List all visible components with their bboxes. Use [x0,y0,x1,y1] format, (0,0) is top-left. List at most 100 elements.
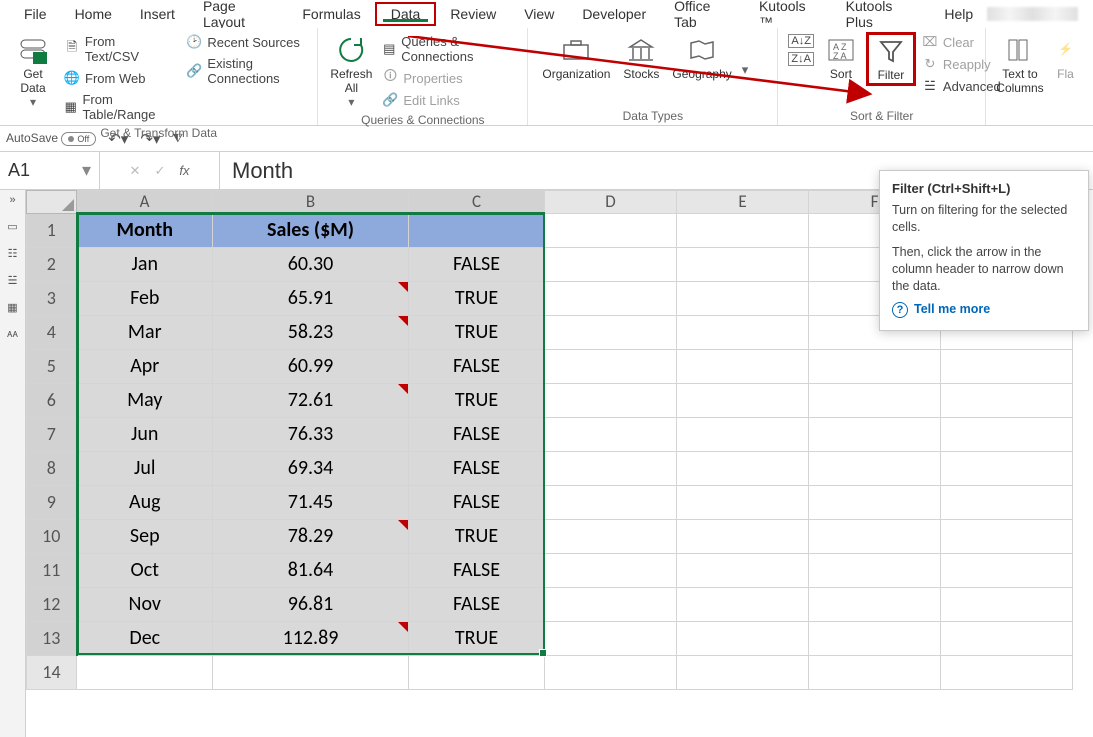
cell-F10[interactable] [809,519,941,553]
cell-G7[interactable] [941,417,1073,451]
cell-F9[interactable] [809,485,941,519]
row-head-4[interactable]: 4 [27,315,77,349]
from-table-button[interactable]: ▦From Table/Range [62,90,174,124]
menu-item-file[interactable]: File [10,2,61,26]
row-head-3[interactable]: 3 [27,281,77,315]
cell-B12[interactable]: 96.81 [213,587,409,621]
cell-B4[interactable]: 58.23 [213,315,409,349]
stocks-button[interactable]: Stocks [616,32,666,84]
cell-G11[interactable] [941,553,1073,587]
organization-button[interactable]: Organization [536,32,616,84]
col-head-A[interactable]: A [77,191,213,214]
cell-C8[interactable]: FALSE [409,451,545,485]
sort-button[interactable]: A ZZ A Sort [816,32,866,84]
cell-E4[interactable] [677,315,809,349]
cell-C3[interactable]: TRUE [409,281,545,315]
cell-B1[interactable]: Sales ($M) [213,213,409,247]
cell-E5[interactable] [677,349,809,383]
cell-B7[interactable]: 76.33 [213,417,409,451]
cell-A3[interactable]: Feb [77,281,213,315]
filter-button[interactable]: Filter [866,32,916,86]
cell-A2[interactable]: Jan [77,247,213,281]
cell-D5[interactable] [545,349,677,383]
cell-D3[interactable] [545,281,677,315]
sort-az-button[interactable]: A↓Z [786,32,816,50]
cell-B5[interactable]: 60.99 [213,349,409,383]
cell-B3[interactable]: 65.91 [213,281,409,315]
row-head-2[interactable]: 2 [27,247,77,281]
cell-F11[interactable] [809,553,941,587]
col-head-E[interactable]: E [677,191,809,214]
cell-B13[interactable]: 112.89 [213,621,409,655]
cell-B6[interactable]: 72.61 [213,383,409,417]
cell-A12[interactable]: Nov [77,587,213,621]
cell-D14[interactable] [545,655,677,689]
cell-D13[interactable] [545,621,677,655]
cell-F5[interactable] [809,349,941,383]
cell-G5[interactable] [941,349,1073,383]
row-head-5[interactable]: 5 [27,349,77,383]
row-head-13[interactable]: 13 [27,621,77,655]
name-box[interactable]: A1 ▾ [0,152,100,189]
menu-item-review[interactable]: Review [436,2,510,26]
row-head-12[interactable]: 12 [27,587,77,621]
cell-E12[interactable] [677,587,809,621]
existing-connections-button[interactable]: 🔗Existing Connections [184,54,309,88]
cell-C6[interactable]: TRUE [409,383,545,417]
cell-G10[interactable] [941,519,1073,553]
cell-C13[interactable]: TRUE [409,621,545,655]
cell-F6[interactable] [809,383,941,417]
cell-E8[interactable] [677,451,809,485]
get-data-button[interactable]: Get Data ▾ [8,32,58,111]
cell-E3[interactable] [677,281,809,315]
menu-item-data[interactable]: Data [375,2,437,26]
flash-fill-button[interactable]: ⚡ Fla [1046,32,1085,84]
menu-item-view[interactable]: View [510,2,568,26]
cell-D11[interactable] [545,553,677,587]
text-to-columns-button[interactable]: Text to Columns [994,32,1046,98]
cell-C4[interactable]: TRUE [409,315,545,349]
cell-D4[interactable] [545,315,677,349]
cell-G14[interactable] [941,655,1073,689]
cell-C10[interactable]: TRUE [409,519,545,553]
cell-G8[interactable] [941,451,1073,485]
cell-D7[interactable] [545,417,677,451]
cell-A4[interactable]: Mar [77,315,213,349]
cell-C7[interactable]: FALSE [409,417,545,451]
from-web-button[interactable]: 🌐From Web [62,68,174,88]
row-head-1[interactable]: 1 [27,213,77,247]
cell-E11[interactable] [677,553,809,587]
select-all-corner[interactable] [27,191,77,214]
cell-C5[interactable]: FALSE [409,349,545,383]
col-head-B[interactable]: B [213,191,409,214]
cell-A5[interactable]: Apr [77,349,213,383]
cell-A11[interactable]: Oct [77,553,213,587]
cell-G12[interactable] [941,587,1073,621]
cell-G13[interactable] [941,621,1073,655]
cell-G6[interactable] [941,383,1073,417]
cell-E13[interactable] [677,621,809,655]
geography-button[interactable]: Geography [666,32,737,84]
cell-D1[interactable] [545,213,677,247]
cell-A14[interactable] [77,655,213,689]
cell-A7[interactable]: Jun [77,417,213,451]
panel-icon[interactable]: ☱ [8,274,18,287]
refresh-all-button[interactable]: Refresh All ▾ [326,32,376,111]
expand-icon[interactable]: » [9,194,15,206]
row-head-11[interactable]: 11 [27,553,77,587]
cell-B11[interactable]: 81.64 [213,553,409,587]
accept-icon[interactable]: ✓ [154,163,165,179]
queries-connections-button[interactable]: ▤Queries & Connections [380,32,519,66]
cell-D10[interactable] [545,519,677,553]
cell-F7[interactable] [809,417,941,451]
col-head-D[interactable]: D [545,191,677,214]
panel-icon[interactable]: ᴀᴀ [7,328,18,340]
cell-C9[interactable]: FALSE [409,485,545,519]
cell-E2[interactable] [677,247,809,281]
row-head-7[interactable]: 7 [27,417,77,451]
cell-A6[interactable]: May [77,383,213,417]
datatypes-more-button[interactable]: ▾ [738,58,753,82]
cell-E10[interactable] [677,519,809,553]
cell-E9[interactable] [677,485,809,519]
cell-E6[interactable] [677,383,809,417]
